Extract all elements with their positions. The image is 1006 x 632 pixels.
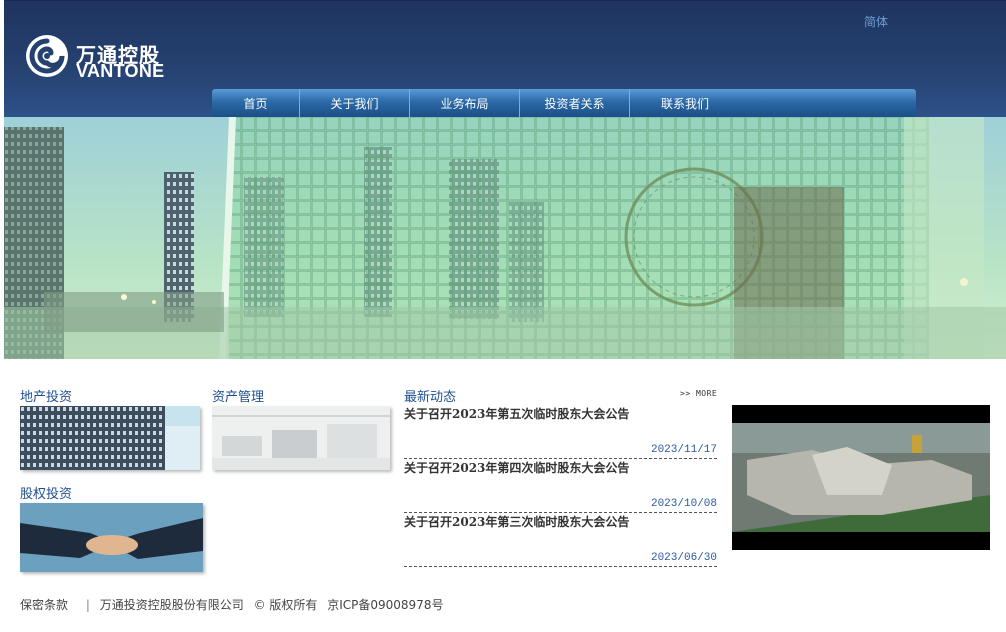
logo-en-text: VANTONE: [76, 61, 165, 81]
office-building-image: [20, 406, 200, 470]
main-nav: 首页 关于我们 业务布局 投资者关系 联系我们: [212, 89, 916, 117]
nav-item-home[interactable]: 首页: [212, 89, 300, 117]
news-item[interactable]: 关于召开2023年第三次临时股东大会公告 2023/06/30: [404, 513, 717, 567]
nav-item-business[interactable]: 业务布局: [410, 89, 520, 117]
vantone-logo-icon: [26, 35, 68, 77]
copyright-text: © 版权所有: [253, 598, 318, 612]
asset-management-title[interactable]: 资产管理: [212, 386, 264, 405]
page: 万通控股 VANTONE 简体 首页 关于我们 业务布局 投资者关系 联系我们: [0, 0, 1006, 632]
news-item-title[interactable]: 关于召开2023年第五次临时股东大会公告: [404, 405, 629, 422]
nav-item-investor[interactable]: 投资者关系: [520, 89, 630, 117]
footer: 保密条款 | 万通投资控股股份有限公司 © 版权所有 京ICP备09008978…: [20, 596, 449, 613]
property-investment-image[interactable]: [20, 406, 200, 470]
video-frame-image: [732, 405, 990, 550]
news-item[interactable]: 关于召开2023年第五次临时股东大会公告 2023/11/17: [404, 405, 717, 459]
hero-banner: [4, 117, 1006, 359]
language-switch-link[interactable]: 简体: [864, 13, 888, 30]
asset-management-image[interactable]: [212, 406, 390, 470]
handshake-image: [20, 503, 203, 572]
video-player[interactable]: [732, 405, 990, 550]
equity-investment-image[interactable]: [20, 503, 203, 572]
news-item[interactable]: 关于召开2023年第四次临时股东大会公告 2023/10/08: [404, 459, 717, 513]
city-skyline-image: [4, 117, 1006, 359]
news-item-title[interactable]: 关于召开2023年第四次临时股东大会公告: [404, 459, 629, 476]
privacy-link[interactable]: 保密条款: [20, 598, 68, 612]
news-more-link[interactable]: >> MORE: [680, 389, 717, 398]
company-name: 万通投资控股股份有限公司: [99, 598, 244, 612]
nav-item-contact[interactable]: 联系我们: [630, 89, 740, 117]
nav-item-about[interactable]: 关于我们: [300, 89, 410, 117]
equity-investment-title[interactable]: 股权投资: [20, 483, 72, 502]
news-item-date: 2023/06/30: [650, 552, 717, 564]
footer-separator: |: [85, 598, 90, 612]
icp-number: 京ICP备09008978号: [327, 598, 444, 612]
office-interior-image: [212, 406, 390, 470]
news-item-date: 2023/10/08: [650, 498, 717, 510]
property-investment-title[interactable]: 地产投资: [20, 386, 72, 405]
logo[interactable]: 万通控股 VANTONE: [24, 33, 184, 83]
news-section-title: 最新动态: [404, 390, 457, 405]
news-item-date: 2023/11/17: [650, 444, 717, 456]
news-item-title[interactable]: 关于召开2023年第三次临时股东大会公告: [404, 513, 629, 530]
